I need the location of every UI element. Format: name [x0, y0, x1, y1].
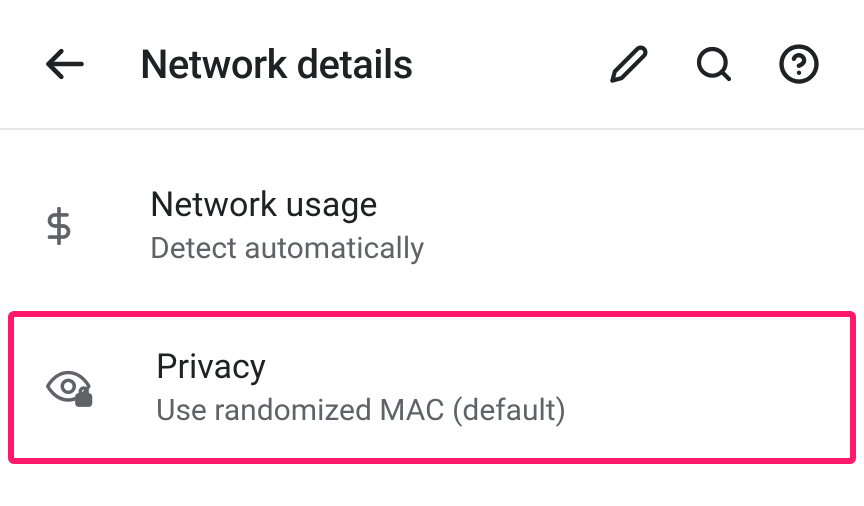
list-item-privacy[interactable]: Privacy Use randomized MAC (default)	[14, 317, 850, 458]
header: Network details	[0, 0, 864, 130]
highlight-annotation: Privacy Use randomized MAC (default)	[8, 311, 856, 464]
search-button[interactable]	[689, 39, 739, 89]
list-item-network-usage[interactable]: Network usage Detect automatically	[0, 160, 864, 291]
eye-lock-icon	[46, 367, 96, 409]
header-actions	[604, 39, 824, 89]
page-title: Network details	[140, 41, 604, 88]
dollar-icon	[40, 207, 90, 245]
help-button[interactable]	[774, 39, 824, 89]
back-button[interactable]	[40, 39, 90, 89]
pencil-icon	[609, 44, 649, 84]
list-item-text: Privacy Use randomized MAC (default)	[156, 347, 566, 428]
list-item-title: Privacy	[156, 347, 566, 387]
list-item-title: Network usage	[150, 185, 424, 225]
help-icon	[778, 43, 820, 85]
list-item-subtitle: Use randomized MAC (default)	[156, 393, 566, 428]
list-item-subtitle: Detect automatically	[150, 231, 424, 266]
list-item-text: Network usage Detect automatically	[150, 185, 424, 266]
search-icon	[694, 44, 734, 84]
edit-button[interactable]	[604, 39, 654, 89]
settings-list: Network usage Detect automatically Priva…	[0, 130, 864, 464]
arrow-left-icon	[43, 42, 87, 86]
